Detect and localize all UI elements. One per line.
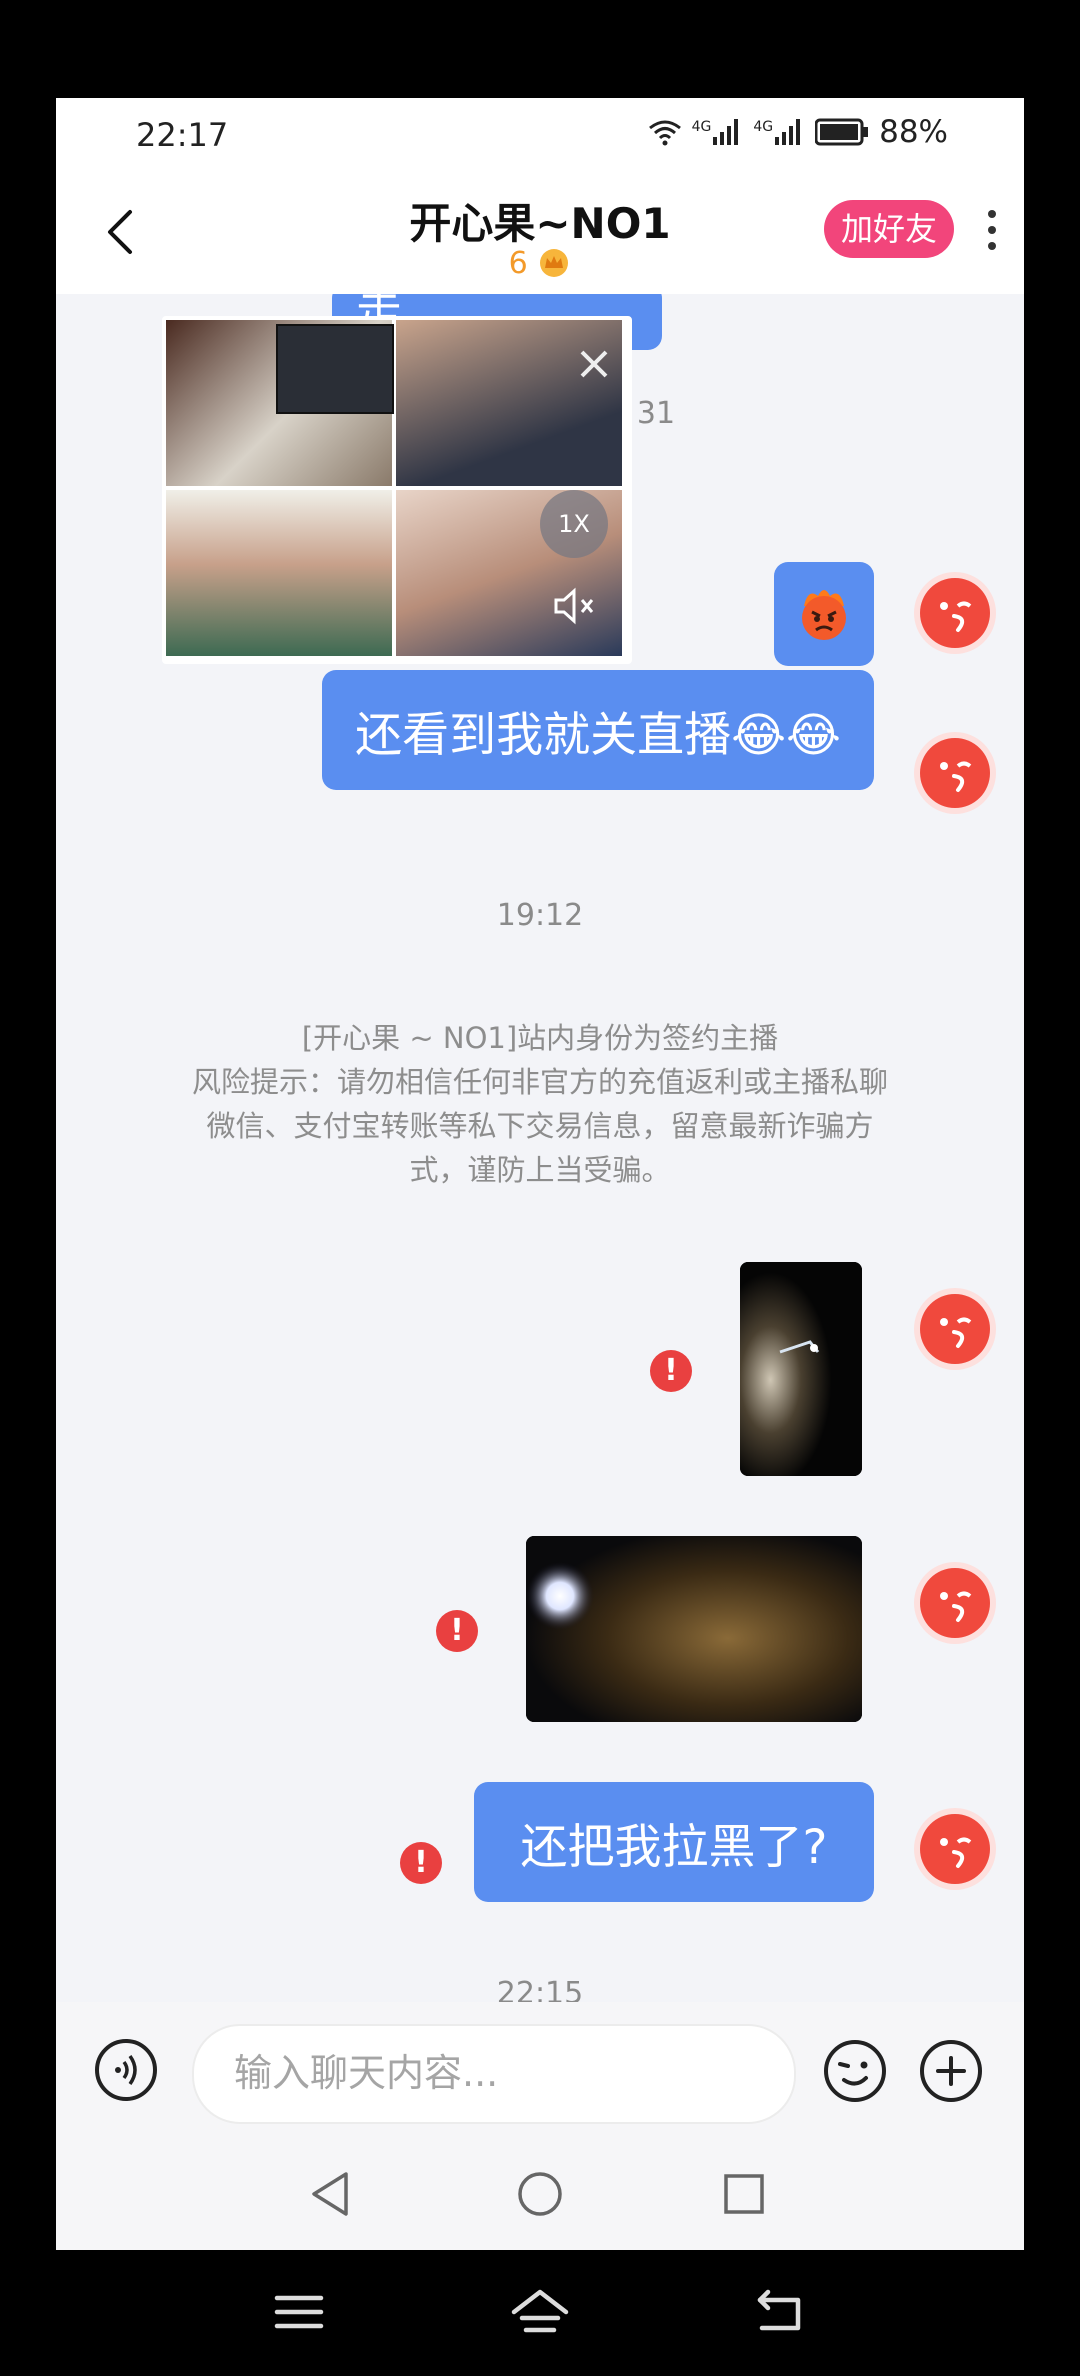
signal-icon: 4G [692, 119, 744, 145]
more-options-icon[interactable] [982, 206, 1002, 254]
mute-icon[interactable] [552, 586, 598, 626]
video-tile [396, 320, 622, 486]
add-more-icon[interactable] [918, 2038, 984, 2104]
menu-icon[interactable] [274, 2292, 324, 2332]
winking-face-icon [940, 1591, 972, 1622]
avatar[interactable] [920, 738, 990, 808]
battery-percent: 88% [879, 114, 948, 150]
notice-warning: 风险提示：请勿相信任何非官方的充值返利或主播私聊微信、支付宝转账等私下交易信息，… [191, 1065, 888, 1187]
video-tile [166, 320, 394, 486]
home-icon[interactable] [510, 2288, 570, 2334]
network-type-2: 4G [753, 119, 774, 135]
wifi-icon [648, 120, 681, 146]
chat-header: 开心果~NO1 6 加好友 [56, 174, 1024, 294]
system-navigation-bar [0, 2250, 1080, 2376]
status-bar: 22:17 4G 4G 88% [56, 98, 1024, 174]
winking-face-icon [940, 761, 972, 792]
phone-screen: 22:17 4G 4G 88% 开心果~NO1 6 加好友 31 还看到我就关直… [56, 98, 1024, 2250]
status-icons: 4G 4G 88% [648, 114, 948, 150]
avatar[interactable] [920, 1814, 990, 1884]
avatar[interactable] [920, 1568, 990, 1638]
playback-speed-button[interactable]: 1X [540, 490, 608, 558]
message-text: 还看到我就关直播😂😂 [355, 707, 841, 763]
system-risk-notice: [开心果 ~ NO1]站内身份为签约主播 风险提示：请勿相信任何非官方的充值返利… [186, 1016, 894, 1192]
winking-face-icon [940, 1317, 972, 1348]
send-failed-icon[interactable]: ! [436, 1610, 478, 1652]
message-bubble[interactable]: 还把我拉黑了? [474, 1782, 874, 1902]
app-navigation-bar [56, 2140, 1024, 2250]
user-level: 6 [508, 246, 528, 281]
inset-screen-tile [276, 324, 394, 414]
message-input-bar [56, 2002, 1024, 2140]
angry-face-sticker-icon [802, 590, 846, 640]
close-icon[interactable] [574, 344, 614, 384]
send-failed-icon[interactable]: ! [400, 1842, 442, 1884]
floating-live-window[interactable]: 1X [162, 316, 632, 664]
battery-icon [815, 118, 869, 146]
winking-face-icon [940, 1837, 972, 1868]
nav-back-icon[interactable] [308, 2170, 352, 2218]
signal-icon-2: 4G [753, 119, 805, 145]
emoji-icon[interactable] [822, 2038, 888, 2104]
nav-home-icon[interactable] [516, 2170, 564, 2218]
timestamp: 22:15 [496, 1976, 584, 2002]
night-road-photo-thumbnail [526, 1536, 862, 1722]
notice-identity: [开心果 ~ NO1]站内身份为签约主播 [301, 1021, 779, 1055]
avatar[interactable] [920, 1294, 990, 1364]
send-failed-icon[interactable]: ! [650, 1350, 692, 1392]
winking-face-icon [940, 601, 972, 632]
video-tile: 1X [396, 490, 622, 656]
video-tile [166, 490, 392, 656]
message-bubble[interactable]: 还看到我就关直播😂😂 [322, 670, 874, 790]
network-type-1: 4G [691, 119, 712, 135]
avatar[interactable] [920, 578, 990, 648]
voice-input-icon[interactable] [94, 2038, 158, 2102]
add-friend-button[interactable]: 加好友 [824, 200, 954, 258]
status-time: 22:17 [136, 116, 229, 154]
return-icon[interactable] [754, 2288, 806, 2334]
crown-icon [540, 249, 569, 277]
chat-input[interactable] [232, 2050, 776, 2096]
image-message[interactable] [740, 1262, 862, 1476]
nav-recents-icon[interactable] [722, 2172, 766, 2216]
timestamp: 19:12 [496, 898, 584, 933]
image-message[interactable] [526, 1536, 862, 1722]
message-text: 还把我拉黑了? [520, 1819, 828, 1875]
chat-input-field[interactable] [192, 2024, 796, 2124]
sticker-message[interactable] [774, 562, 874, 666]
night-photo-thumbnail [740, 1262, 862, 1476]
playback-speed-label: 1X [558, 510, 590, 538]
